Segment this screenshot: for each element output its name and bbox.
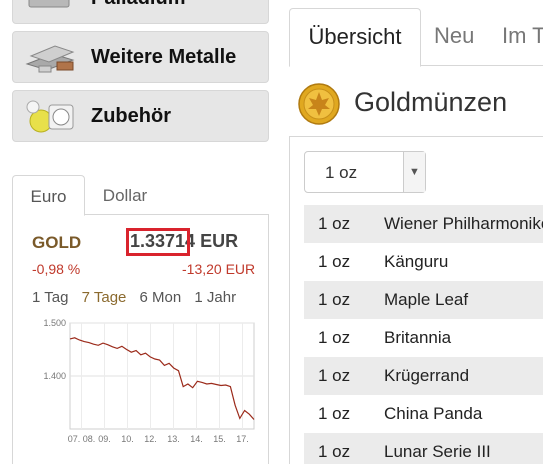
table-row[interactable]: 1 oz Lunar Serie III [304, 433, 543, 464]
coin-name[interactable]: Wiener Philharmoniker [384, 214, 543, 234]
period-1-jahr[interactable]: 1 Jahr [194, 289, 236, 306]
coin-name[interactable]: Krügerrand [384, 366, 469, 386]
tab-euro[interactable]: Euro [12, 175, 85, 216]
nav-item-label: Zubehör [91, 104, 171, 127]
nav-item-label: Palladium [91, 0, 185, 10]
change-percent: -0,98 % [32, 261, 81, 277]
coin-weight: 1 oz [318, 290, 351, 309]
metal-bars-icon [23, 32, 79, 82]
coin-name[interactable]: China Panda [384, 404, 482, 424]
x-tick-label: 07. 08. [68, 434, 96, 444]
x-tick-label: 09. [98, 434, 111, 444]
nav-item-palladium[interactable]: Palladium [12, 0, 269, 24]
tab-uebersicht[interactable]: Übersicht [289, 8, 421, 67]
page-title: Goldmünzen [354, 87, 508, 117]
y-tick-label: 1.400 [43, 371, 66, 381]
tab-dollar[interactable]: Dollar [85, 175, 165, 216]
coin-weight: 1 oz [318, 442, 351, 461]
table-row[interactable]: 1 oz Känguru [304, 243, 543, 281]
coin-capsule-icon [23, 91, 79, 141]
x-tick-label: 17. [236, 434, 249, 444]
x-tick-label: 10. [121, 434, 134, 444]
coin-weight: 1 oz [318, 252, 351, 271]
main-tabs: Übersicht Neu Im T [289, 8, 543, 67]
tab-neu[interactable]: Neu [434, 8, 474, 67]
x-tick-label: 12. [144, 434, 157, 444]
price-widget: Euro Dollar GOLD 1.33714 EUR -0,98 % -13… [12, 175, 269, 464]
table-row[interactable]: 1 oz Britannia [304, 319, 543, 357]
table-row[interactable]: 1 oz China Panda [304, 395, 543, 433]
period-7-tage[interactable]: 7 Tage [82, 289, 127, 306]
x-tick-label: 13. [167, 434, 180, 444]
palladium-bars-icon [23, 0, 79, 23]
nav-item-label: Weitere Metalle [91, 45, 237, 68]
coin-name[interactable]: Maple Leaf [384, 290, 468, 310]
coin-name[interactable]: Känguru [384, 252, 448, 272]
coin-weight: 1 oz [318, 366, 351, 385]
coin-weight: 1 oz [318, 328, 351, 347]
table-row[interactable]: 1 oz Wiener Philharmoniker [304, 205, 543, 243]
coin-weight: 1 oz [318, 214, 351, 233]
coin-weight: 1 oz [318, 404, 351, 423]
nav-item-zubehoer[interactable]: Zubehör [12, 90, 269, 142]
period-6-mon[interactable]: 6 Mon [140, 289, 182, 306]
period-1-tag[interactable]: 1 Tag [32, 289, 68, 306]
table-row[interactable]: 1 oz Krügerrand [304, 357, 543, 395]
table-row[interactable]: 1 oz Maple Leaf [304, 281, 543, 319]
x-tick-label: 14. [190, 434, 203, 444]
coin-table: 1 oz Wiener Philharmoniker 1 oz Känguru 1 … [304, 205, 543, 464]
nav-item-weitere-metalle[interactable]: Weitere Metalle [12, 31, 269, 83]
gold-coin-icon [298, 83, 340, 125]
currency-tabs: Euro Dollar [12, 175, 269, 216]
gold-price-chart: 1.500 1.400 07. 08. 09. 10. 12. 13. 14. 15. 17. [43, 318, 255, 444]
period-selector: 1 Tag 7 Tage 6 Mon 1 Jahr [32, 289, 245, 306]
metal-name: GOLD [32, 233, 82, 252]
x-tick-label: 15. [213, 434, 226, 444]
change-absolute: -13,20 EUR [182, 261, 256, 277]
y-tick-label: 1.500 [43, 318, 66, 328]
chevron-down-icon[interactable]: ▼ [403, 152, 425, 192]
coin-name[interactable]: Britannia [384, 328, 451, 348]
tab-im-t[interactable]: Im T [502, 8, 543, 67]
coin-name[interactable]: Lunar Serie III [384, 442, 491, 462]
price-highlight-box [126, 228, 190, 256]
weight-filter-value: 1 oz [325, 163, 358, 182]
weight-filter-select[interactable]: 1 oz ▼ [304, 151, 426, 193]
